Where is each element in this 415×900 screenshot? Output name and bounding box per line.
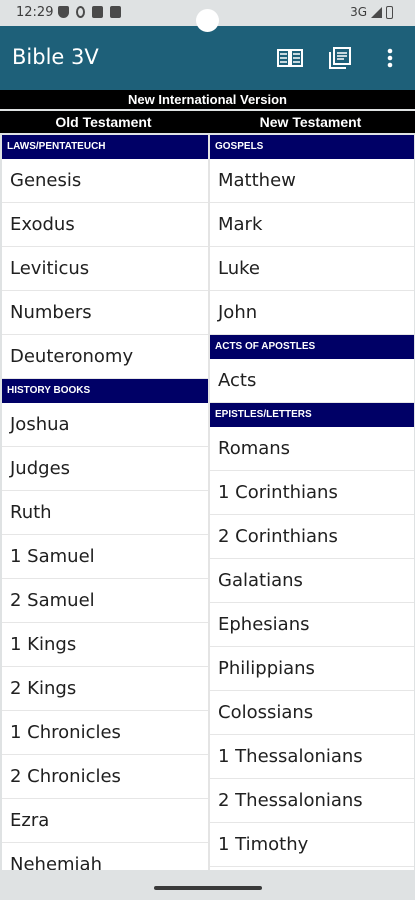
book-item[interactable]: 1 Corinthians [210,471,414,515]
book-item[interactable]: Nehemiah [2,843,208,870]
notification-icons [58,6,121,18]
section-header: Laws/Pentateuch [2,135,208,159]
shield-icon [58,6,69,18]
home-gesture-handle[interactable] [154,886,262,890]
book-item[interactable]: 2 Thessalonians [210,779,414,823]
app-bar: Bible 3V [0,26,415,90]
testament-header: Old Testament New Testament [0,111,415,133]
section-header: Acts of Apostles [210,335,414,359]
camera-cutout [196,9,219,32]
version-title[interactable]: New International Version [0,90,415,109]
book-item[interactable]: John [210,291,414,335]
battery-icon [386,5,393,19]
new-testament-label[interactable]: New Testament [207,111,414,133]
app-title: Bible 3V [12,45,99,69]
book-item[interactable]: 1 Timothy [210,823,414,867]
more-vert-icon[interactable] [376,44,404,72]
book-item[interactable]: 1 Chronicles [2,711,208,755]
book-item[interactable]: Leviticus [2,247,208,291]
book-item[interactable]: 1 Samuel [2,535,208,579]
book-item[interactable]: 2 Samuel [2,579,208,623]
sim-icon [92,6,103,18]
book-item[interactable]: Colossians [210,691,414,735]
book-item[interactable]: 1 Kings [2,623,208,667]
old-testament-list: Laws/Pentateuch Genesis Exodus Leviticus… [2,135,208,870]
book-item[interactable]: Genesis [2,159,208,203]
book-item[interactable]: Exodus [2,203,208,247]
old-testament-label[interactable]: Old Testament [0,111,207,133]
book-item[interactable]: Joshua [2,403,208,447]
book-item[interactable]: Deuteronomy [2,335,208,379]
book-item[interactable]: 1 Thessalonians [210,735,414,779]
book-item[interactable]: Numbers [2,291,208,335]
book-item[interactable]: Matthew [210,159,414,203]
book-item[interactable]: Romans [210,427,414,471]
book-item[interactable]: Philippians [210,647,414,691]
library-icon[interactable] [326,44,354,72]
book-item[interactable]: Judges [2,447,208,491]
book-item[interactable]: Ephesians [210,603,414,647]
signal-icon [371,6,382,18]
book-item[interactable]: Luke [210,247,414,291]
status-right: 3G [350,5,393,19]
navigation-bar [0,870,415,900]
location-icon [76,6,85,18]
status-time: 12:29 [16,5,54,20]
app-notification-icon [110,6,121,18]
section-header: Epistles/Letters [210,403,414,427]
book-item[interactable]: Ruth [2,491,208,535]
book-item[interactable]: 2 Corinthians [210,515,414,559]
book-item[interactable]: Galatians [210,559,414,603]
book-open-icon[interactable] [276,44,304,72]
section-header: History Books [2,379,208,403]
book-item[interactable]: 2 Chronicles [2,755,208,799]
network-type: 3G [350,5,367,19]
book-item[interactable]: Acts [210,359,414,403]
book-item[interactable]: 2 Kings [2,667,208,711]
new-testament-list: Gospels Matthew Mark Luke John Acts of A… [210,135,414,870]
book-item[interactable]: Ezra [2,799,208,843]
section-header: Gospels [210,135,414,159]
book-item[interactable]: Mark [210,203,414,247]
